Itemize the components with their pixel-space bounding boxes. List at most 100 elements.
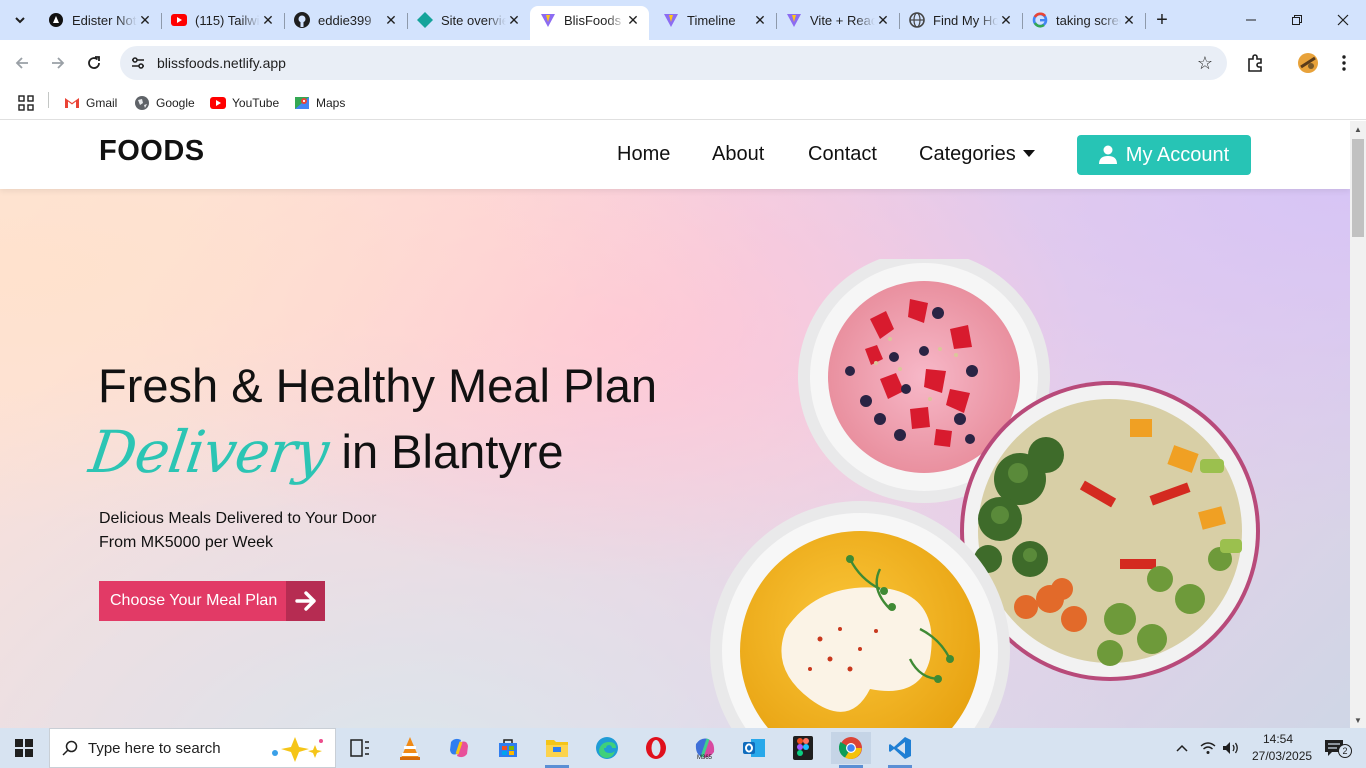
opera-icon[interactable] [636, 732, 676, 764]
my-account-button[interactable]: My Account [1077, 135, 1251, 175]
tab-8[interactable]: taking screenshots ✕ [1022, 6, 1146, 34]
nav-categories[interactable]: Categories [919, 143, 1035, 166]
close-icon[interactable]: ✕ [875, 12, 891, 28]
bookmark-youtube[interactable]: YouTube [210, 92, 279, 114]
forward-button[interactable] [44, 49, 72, 77]
cta-label: Choose Your Meal Plan [110, 592, 278, 609]
user-icon [1098, 145, 1117, 164]
close-icon[interactable]: ✕ [1121, 12, 1137, 28]
tab-title: (115) Tailwind [195, 12, 260, 28]
extensions-icon[interactable] [1243, 51, 1267, 75]
reload-button[interactable] [80, 49, 108, 77]
tab-title: taking screenshots [1056, 12, 1121, 28]
choose-meal-plan-button[interactable]: Choose Your Meal Plan [99, 581, 325, 621]
netlify-icon [417, 12, 433, 28]
edge-icon[interactable] [587, 732, 627, 764]
tab-1[interactable]: (115) Tailwind ✕ [161, 6, 285, 34]
restore-button[interactable] [1282, 6, 1312, 34]
close-icon[interactable]: ✕ [506, 12, 522, 28]
outlook-icon[interactable] [734, 732, 774, 764]
tab-6[interactable]: Vite + React ✕ [776, 6, 900, 34]
bookmark-google[interactable]: Google [134, 92, 195, 114]
url-text[interactable]: blissfoods.netlify.app [157, 55, 286, 71]
nav-home[interactable]: Home [617, 143, 670, 166]
scrollbar-thumb[interactable] [1352, 139, 1364, 237]
search-placeholder: Type here to search [88, 739, 221, 757]
task-view-icon[interactable] [340, 732, 380, 764]
site-navbar: FOODS Home About Contact Categories My A… [0, 121, 1350, 189]
new-tab-button[interactable]: + [1150, 8, 1174, 32]
tab-4[interactable]: BlisFoods ✕ [530, 6, 649, 40]
bookmark-label: YouTube [232, 96, 280, 110]
copilot-icon[interactable] [439, 732, 479, 764]
site-logo[interactable]: FOODS [99, 135, 205, 168]
tab-2[interactable]: eddie399 ✕ [284, 6, 408, 34]
nav-contact[interactable]: Contact [808, 143, 877, 166]
back-button[interactable] [8, 49, 36, 77]
start-button[interactable] [0, 728, 48, 768]
close-window-button[interactable] [1328, 6, 1358, 34]
restore-icon [1292, 15, 1302, 25]
close-icon [1337, 14, 1349, 26]
close-icon[interactable]: ✕ [998, 12, 1014, 28]
windows-taskbar: Type here to search M365 14:54 27/03/202… [0, 728, 1366, 768]
gmail-icon [64, 95, 80, 111]
scroll-down-arrow-icon[interactable]: ▼ [1350, 712, 1366, 728]
profile-avatar[interactable] [1296, 51, 1320, 75]
maps-icon [294, 95, 310, 111]
forward-arrow-icon [52, 57, 65, 69]
notification-center-icon[interactable]: 2 [1322, 738, 1352, 758]
bookmark-label: Maps [316, 96, 346, 110]
file-explorer-icon[interactable] [537, 732, 577, 768]
address-bar[interactable]: blissfoods.netlify.app ☆ [120, 46, 1227, 80]
tab-3[interactable]: Site overview ✕ [407, 6, 530, 34]
figma-icon[interactable] [783, 732, 823, 764]
notification-badge: 2 [1338, 744, 1352, 758]
page-scrollbar[interactable]: ▲ ▼ [1350, 121, 1366, 728]
taskbar-search-box[interactable]: Type here to search [49, 728, 336, 768]
m365-icon[interactable]: M365 [685, 732, 725, 764]
chrome-icon[interactable] [831, 732, 871, 768]
hero-script-word: Delivery [85, 418, 333, 486]
tab-0[interactable]: Edister Notion ✕ [38, 6, 162, 34]
site-settings-icon[interactable] [130, 55, 146, 71]
close-icon[interactable]: ✕ [383, 12, 399, 28]
bookmark-star-icon[interactable]: ☆ [1197, 53, 1213, 74]
chevron-up-icon[interactable] [1172, 738, 1192, 758]
close-icon[interactable]: ✕ [752, 12, 768, 28]
sparkle-icon [272, 737, 323, 762]
vite-icon [663, 12, 679, 28]
vite-icon [786, 12, 802, 28]
close-icon[interactable]: ✕ [260, 12, 276, 28]
menu-kebab-icon[interactable] [1332, 51, 1356, 75]
clock-time: 14:54 [1262, 732, 1294, 746]
volume-icon[interactable] [1221, 738, 1241, 758]
nav-categories-label: Categories [919, 143, 1016, 165]
tab-search-button[interactable] [6, 6, 34, 34]
hero-price-line: From MK5000 per Week [99, 534, 273, 551]
tab-7[interactable]: Find My Home ✕ [899, 6, 1023, 34]
search-icon [62, 740, 78, 756]
apps-grid-icon[interactable] [18, 92, 34, 114]
taskbar-clock[interactable]: 14:54 27/03/2025 [1252, 731, 1312, 765]
svg-text:M365: M365 [697, 755, 713, 760]
bookmarks-bar: Gmail Google YouTube Maps [0, 86, 1366, 120]
tab-5[interactable]: Timeline ✕ [653, 6, 777, 34]
hero-subtitle: Delicious Meals Delivered to Your Door F… [99, 507, 376, 555]
store-icon[interactable] [488, 732, 528, 764]
vlc-icon[interactable] [390, 732, 430, 764]
bookmark-maps[interactable]: Maps [294, 92, 345, 114]
bookmark-gmail[interactable]: Gmail [64, 92, 117, 114]
youtube-icon [210, 95, 226, 111]
close-icon[interactable]: ✕ [625, 12, 641, 28]
scroll-up-arrow-icon[interactable]: ▲ [1350, 121, 1366, 137]
tab-title: Edister Notion [72, 12, 137, 28]
close-icon[interactable]: ✕ [137, 12, 153, 28]
tab-title: BlisFoods [564, 12, 622, 28]
hero-title-line2: Delivery in Blantyre [85, 407, 563, 487]
vscode-icon[interactable] [880, 732, 920, 768]
network-icon[interactable] [1198, 738, 1218, 758]
food-bowls-image [710, 259, 1260, 728]
nav-about[interactable]: About [712, 143, 764, 166]
minimize-button[interactable] [1236, 6, 1266, 34]
